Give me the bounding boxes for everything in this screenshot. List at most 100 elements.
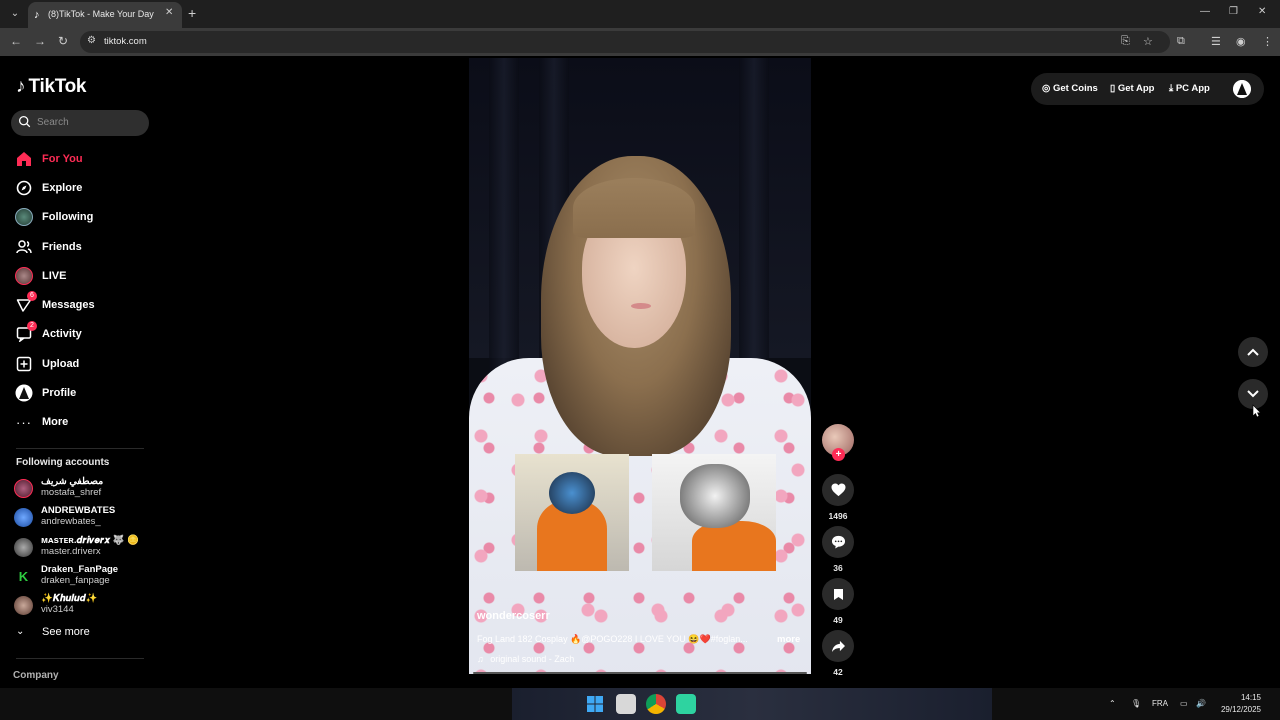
media-controls-icon[interactable]: ☰: [1211, 35, 1221, 48]
taskbar-wallpaper-strip: [512, 688, 992, 720]
extensions-icon[interactable]: ⧉: [1177, 35, 1185, 48]
like-count: 1496: [828, 511, 848, 521]
sidebar-item-profile[interactable]: Profile: [0, 378, 160, 407]
like-button[interactable]: [822, 474, 854, 506]
tiktok-logo[interactable]: ♪ TikTok: [16, 76, 86, 98]
windows-start-icon[interactable]: [585, 694, 605, 714]
following-account[interactable]: ANDREWBATES andrewbates_: [14, 505, 154, 531]
minimize-button[interactable]: —: [1200, 6, 1210, 17]
account-name: Draken_FanPage: [41, 564, 119, 575]
user-avatar[interactable]: [1233, 80, 1251, 98]
sidebar-item-for-you[interactable]: For You: [0, 144, 160, 173]
nav-label: Profile: [42, 387, 77, 400]
caption-more-button[interactable]: more: [777, 634, 800, 645]
video-username[interactable]: wondercoserr: [477, 610, 807, 622]
chevron-up-icon: [1247, 348, 1259, 356]
following-account[interactable]: ✨𝑲𝒉𝒖𝒍𝒖𝒅✨ viv3144: [14, 593, 154, 619]
following-avatar: [15, 208, 33, 227]
curtain-shape: [489, 58, 519, 398]
account-avatar: [14, 479, 33, 498]
more-icon: ···: [16, 414, 32, 430]
company-link[interactable]: Company: [13, 670, 59, 681]
account-handle: mostafa_shref: [41, 487, 102, 498]
account-name: ANDREWBATES: [41, 505, 116, 516]
sidebar-item-activity[interactable]: 2 Activity: [0, 320, 160, 349]
nav-label: For You: [42, 152, 83, 165]
bookmark-star-icon[interactable]: ☆: [1143, 35, 1153, 48]
following-account[interactable]: مصطفي شريف mostafa_shref: [14, 476, 154, 502]
forward-button[interactable]: →: [34, 34, 46, 48]
sidebar-divider: [16, 658, 144, 659]
character-head-shape: [680, 464, 750, 528]
sidebar-item-following[interactable]: Following: [0, 203, 160, 232]
sidebar-item-friends[interactable]: Friends: [0, 232, 160, 261]
tab-search-dropdown[interactable]: ⌄: [6, 5, 24, 23]
app-icon[interactable]: [676, 694, 696, 714]
top-right-actions: ◎ Get Coins ▯ Get App ⤓ PC App: [1031, 73, 1264, 105]
chevron-down-icon: ⌄: [16, 626, 25, 637]
following-account[interactable]: ᴍᴀsᴛᴇʀ.𝒅𝒓𝒊𝒗𝒆𝒓𝒙 🐺 🪙 master.driverx: [14, 535, 154, 561]
new-tab-button[interactable]: +: [188, 5, 196, 21]
url-text: tiktok.com: [104, 36, 147, 47]
comment-button[interactable]: [822, 526, 854, 558]
task-view-icon[interactable]: [616, 694, 636, 714]
sidebar-divider: [16, 448, 144, 449]
restore-button[interactable]: ❐: [1229, 6, 1238, 17]
follow-plus-button[interactable]: +: [832, 448, 845, 461]
browser-profile-icon[interactable]: ◉: [1236, 35, 1246, 48]
omnibox[interactable]: ⚙ tiktok.com: [80, 31, 1170, 53]
get-app-button[interactable]: ▯ Get App: [1110, 83, 1154, 94]
save-button[interactable]: [822, 578, 854, 610]
account-avatar: [14, 596, 33, 615]
clock-time[interactable]: 14:15: [1227, 693, 1261, 702]
search-input[interactable]: Search: [11, 110, 149, 136]
bookmark-icon: [833, 588, 843, 600]
video-info: wondercoserr Fog Land 182 Cosplay 🔥@POGO…: [477, 610, 807, 664]
clock-date[interactable]: 29/12/2025: [1212, 705, 1261, 714]
nav-label: More: [42, 416, 69, 429]
account-avatar: [14, 538, 33, 557]
sidebar-item-live[interactable]: LIVE: [0, 261, 160, 290]
close-window-button[interactable]: ✕: [1258, 6, 1266, 17]
video-player[interactable]: wondercoserr Fog Land 182 Cosplay 🔥@POGO…: [469, 58, 811, 674]
search-icon: [18, 115, 31, 128]
previous-video-button[interactable]: [1238, 337, 1268, 367]
input-language[interactable]: FRA: [1152, 699, 1168, 708]
account-avatar: K: [14, 567, 33, 586]
following-account[interactable]: K Draken_FanPage draken_fanpage: [14, 564, 154, 590]
anime-card-right: [652, 454, 776, 571]
video-progress-bar[interactable]: [473, 672, 807, 674]
bangs-shape: [573, 178, 695, 238]
volume-icon[interactable]: 🔊: [1196, 699, 1206, 708]
get-coins-label: Get Coins: [1052, 83, 1098, 94]
chrome-icon[interactable]: [646, 694, 666, 714]
mouse-cursor-icon: [1252, 404, 1261, 418]
share-button[interactable]: [822, 630, 854, 662]
sidebar-item-messages[interactable]: 6 Messages: [0, 290, 160, 319]
back-button[interactable]: ←: [10, 34, 22, 48]
messages-badge: 6: [27, 291, 37, 302]
video-sound[interactable]: ♫ original sound - Zach: [477, 654, 574, 664]
microphone-icon[interactable]: 🎙: [1131, 699, 1141, 708]
browser-tab-bar: ⌄ ♪ (8)TikTok - Make Your Day ✕ + — ❐ ✕: [0, 0, 1280, 28]
nav-label: Following: [42, 211, 94, 224]
install-app-icon[interactable]: ⎘: [1121, 35, 1130, 48]
account-handle: andrewbates_: [41, 516, 101, 527]
browser-menu-icon[interactable]: ⋮: [1262, 35, 1273, 48]
tray-chevron-up-icon[interactable]: ⌃: [1109, 699, 1116, 708]
sidebar-item-more[interactable]: ··· More: [0, 408, 160, 437]
account-handle: draken_fanpage: [41, 575, 110, 586]
browser-tab[interactable]: ♪ (8)TikTok - Make Your Day ✕: [28, 2, 182, 28]
heart-icon: [831, 483, 845, 497]
pc-app-button[interactable]: ⤓ PC App: [1169, 83, 1210, 94]
sidebar-item-upload[interactable]: Upload: [0, 349, 160, 378]
account-handle: viv3144: [41, 604, 74, 615]
network-icon[interactable]: ▭: [1180, 699, 1188, 708]
see-more-label: See more: [42, 626, 90, 638]
site-info-icon[interactable]: ⚙: [87, 35, 96, 46]
sidebar-item-explore[interactable]: Explore: [0, 173, 160, 202]
account-name: ✨𝑲𝒉𝒖𝒍𝒖𝒅✨: [41, 593, 98, 604]
close-tab-icon[interactable]: ✕: [165, 7, 173, 18]
get-coins-button[interactable]: ◎ Get Coins: [1042, 83, 1098, 94]
reload-button[interactable]: ↻: [58, 34, 68, 48]
